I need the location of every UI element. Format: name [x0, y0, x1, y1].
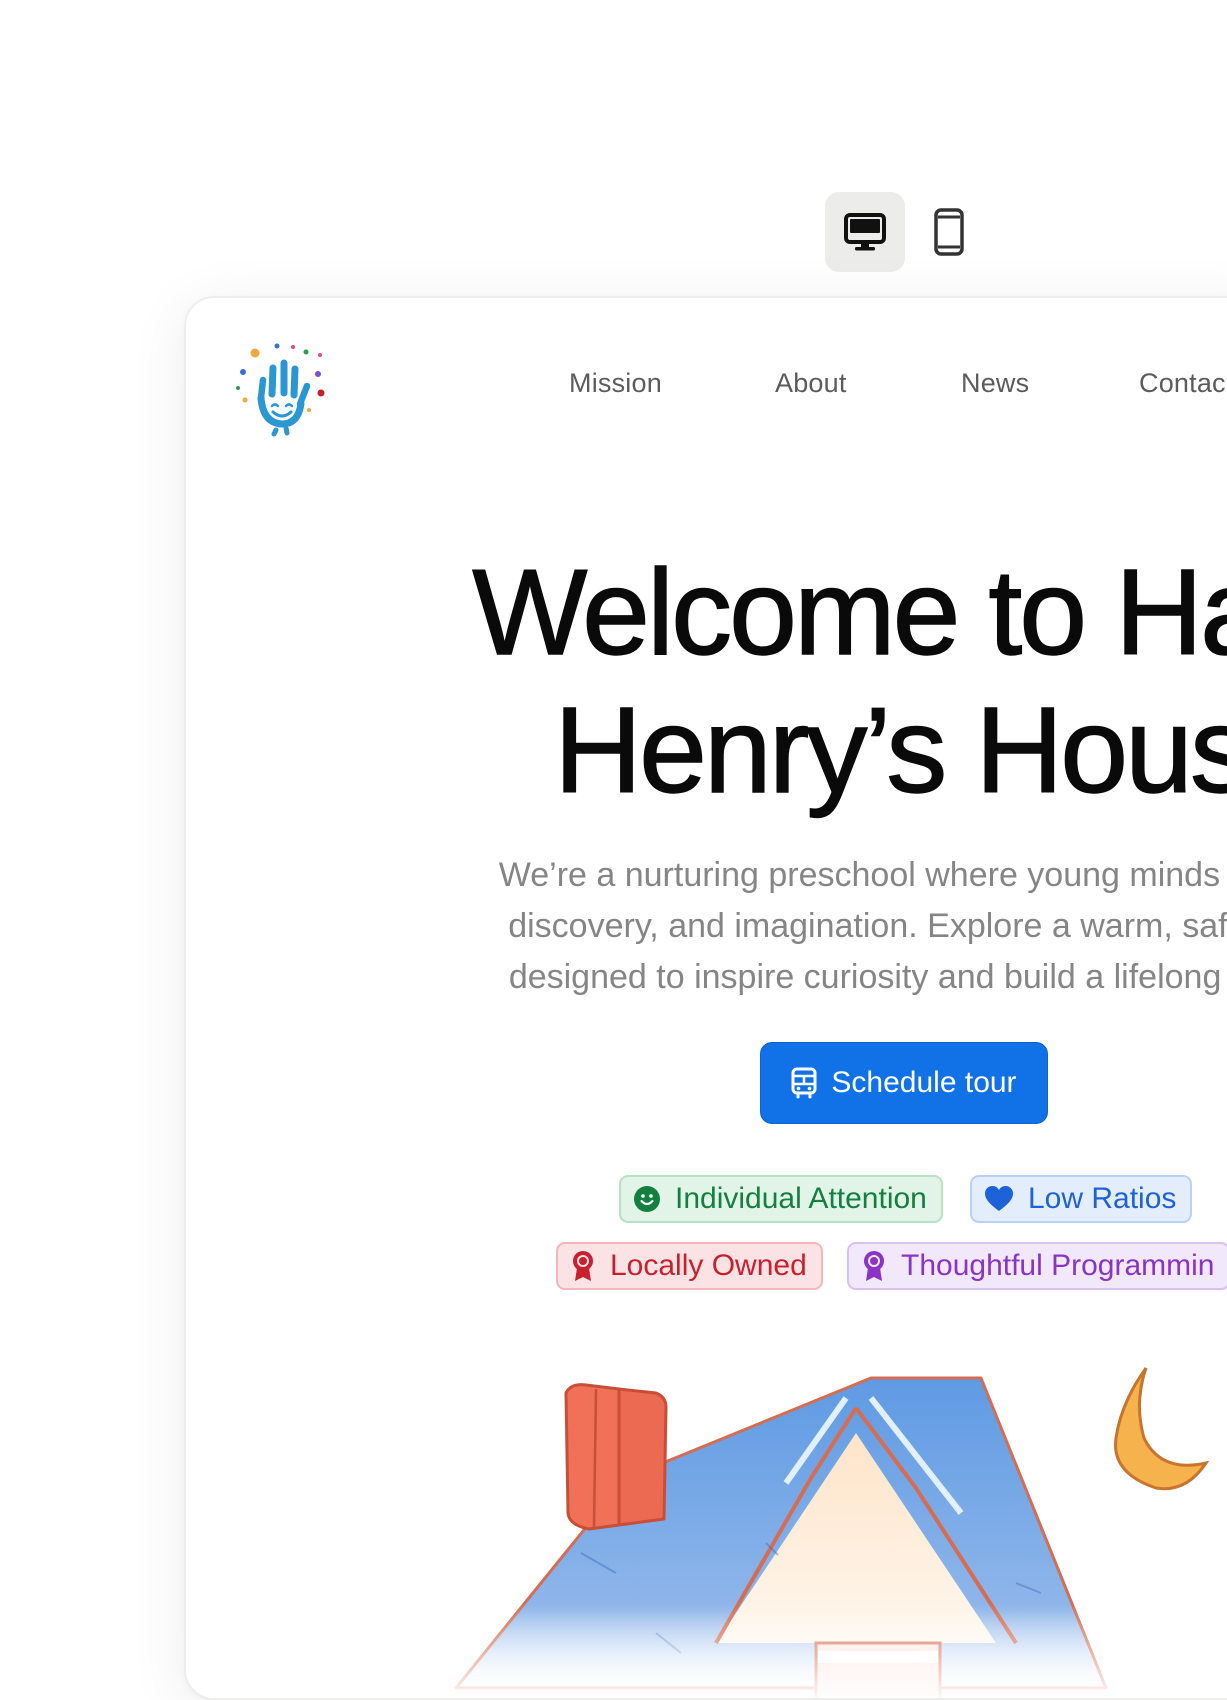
- hero-subtitle-line: We’re a nurturing preschool where young …: [498, 856, 1227, 894]
- bus-icon: [791, 1067, 817, 1099]
- schedule-tour-label: Schedule tour: [831, 1066, 1017, 1099]
- badge-locally-owned: Locally Owned: [556, 1242, 823, 1290]
- desktop-view-button[interactable]: [825, 192, 905, 272]
- nav-mission[interactable]: Mission: [569, 368, 662, 399]
- smile-icon: [634, 1186, 660, 1212]
- nav-contact[interactable]: Contac: [1139, 368, 1226, 399]
- phone-icon: [934, 208, 964, 256]
- mobile-view-button[interactable]: [909, 192, 989, 272]
- schedule-tour-button[interactable]: Schedule tour: [760, 1042, 1048, 1124]
- hero-subtitle-line: designed to inspire curiosity and build …: [508, 958, 1227, 996]
- house-with-moon-illustration: [416, 1367, 1227, 1698]
- hand-smile-logo[interactable]: [230, 338, 330, 438]
- monitor-icon: [844, 213, 886, 251]
- badge-label: Low Ratios: [1028, 1182, 1177, 1215]
- badge-low-ratios: Low Ratios: [970, 1175, 1193, 1223]
- hero-title: Welcome to Hap Henry’s Hous: [186, 543, 1227, 819]
- website-preview-frame: Mission About News Contac Welcome to Hap…: [184, 296, 1227, 1700]
- badge-thoughtful-programming: Thoughtful Programmin: [847, 1242, 1227, 1290]
- badge-label: Individual Attention: [675, 1182, 927, 1215]
- hero-title-line: Henry’s Hous: [553, 681, 1227, 818]
- award-ribbon-icon: [573, 1251, 593, 1281]
- heart-icon: [985, 1186, 1013, 1211]
- badge-individual-attention: Individual Attention: [619, 1175, 943, 1223]
- hero-subtitle-line: discovery, and imagination. Explore a wa…: [508, 907, 1227, 945]
- badge-label: Locally Owned: [610, 1249, 807, 1282]
- award-ribbon-icon: [864, 1251, 884, 1281]
- hero-subtitle: We’re a nurturing preschool where young …: [186, 850, 1227, 1003]
- nav-news[interactable]: News: [961, 368, 1029, 399]
- view-toggle: [825, 192, 989, 272]
- nav-about[interactable]: About: [775, 368, 847, 399]
- badge-label: Thoughtful Programmin: [901, 1249, 1215, 1282]
- hero-title-line: Welcome to Hap: [472, 543, 1227, 680]
